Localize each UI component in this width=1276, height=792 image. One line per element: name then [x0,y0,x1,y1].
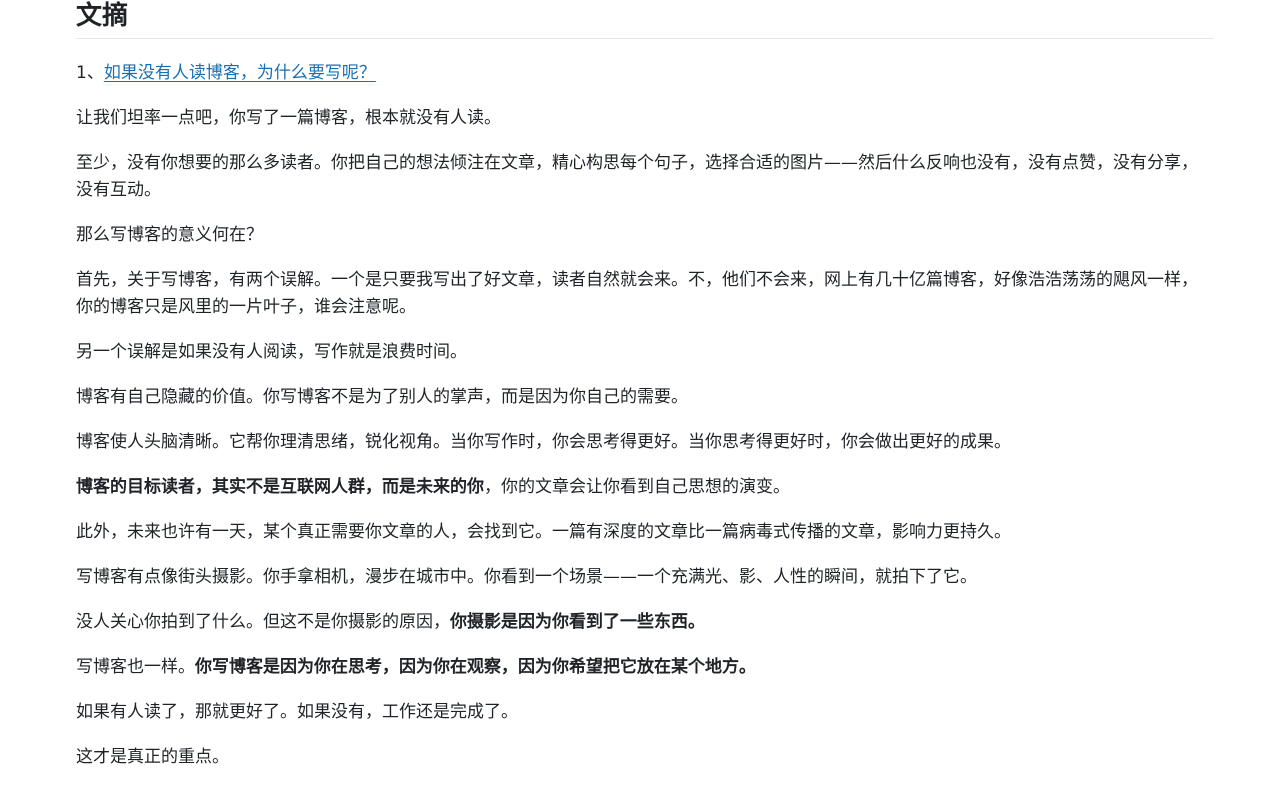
paragraph-3: 那么写博客的意义何在？ [76,222,1214,249]
paragraph-1: 让我们坦率一点吧，你写了一篇博客，根本就没有人读。 [76,105,1214,132]
paragraph-12: 写博客也一样。你写博客是因为你在思考，因为你在观察，因为你希望把它放在某个地方。 [76,654,1214,681]
paragraph-text: 另一个误解是如果没有人阅读，写作就是浪费时间。 [76,342,467,362]
paragraph-text: 此外，未来也许有一天，某个真正需要你文章的人，会找到它。一篇有深度的文章比一篇病… [76,522,1011,542]
paragraph-7: 博客使人头脑清晰。它帮你理清思绪，锐化视角。当你写作时，你会思考得更好。当你思考… [76,429,1214,456]
paragraph-text: ，你的文章会让你看到自己思想的演变。 [484,477,790,497]
paragraph-11: 没人关心你拍到了什么。但这不是你摄影的原因，你摄影是因为你看到了一些东西。 [76,609,1214,636]
page: 文摘 1、如果没有人读博客，为什么要写呢？ 让我们坦率一点吧，你写了一篇博客，根… [0,0,1276,771]
paragraph-14: 这才是真正的重点。 [76,744,1214,771]
paragraph-text: 没人关心你拍到了什么。但这不是你摄影的原因， [76,612,450,632]
paragraph-text: 如果有人读了，那就更好了。如果没有，工作还是完成了。 [76,702,518,722]
paragraph-6: 博客有自己隐藏的价值。你写博客不是为了别人的掌声，而是因为你自己的需要。 [76,384,1214,411]
paragraph-text: 写博客有点像街头摄影。你手拿相机，漫步在城市中。你看到一个场景——一个充满光、影… [76,567,977,587]
paragraph-9: 此外，未来也许有一天，某个真正需要你文章的人，会找到它。一篇有深度的文章比一篇病… [76,519,1214,546]
paragraph-text: 这才是真正的重点。 [76,747,229,767]
article-heading: 1、如果没有人读博客，为什么要写呢？ [76,60,1214,87]
paragraph-text: 让我们坦率一点吧，你写了一篇博客，根本就没有人读。 [76,108,501,128]
paragraph-bold-text: 你写博客是因为你在思考，因为你在观察，因为你希望把它放在某个地方。 [195,657,756,677]
paragraph-bold-text: 你摄影是因为你看到了一些东西。 [450,612,705,632]
section-title: 文摘 [76,0,1214,39]
paragraph-text: 博客有自己隐藏的价值。你写博客不是为了别人的掌声，而是因为你自己的需要。 [76,387,688,407]
article-title-link[interactable]: 如果没有人读博客，为什么要写呢？ [104,63,376,83]
paragraph-text: 博客使人头脑清晰。它帮你理清思绪，锐化视角。当你写作时，你会思考得更好。当你思考… [76,432,1011,452]
paragraph-13: 如果有人读了，那就更好了。如果没有，工作还是完成了。 [76,699,1214,726]
paragraph-5: 另一个误解是如果没有人阅读，写作就是浪费时间。 [76,339,1214,366]
paragraph-10: 写博客有点像街头摄影。你手拿相机，漫步在城市中。你看到一个场景——一个充满光、影… [76,564,1214,591]
paragraph-4: 首先，关于写博客，有两个误解。一个是只要我写出了好文章，读者自然就会来。不，他们… [76,267,1214,321]
paragraph-bold-text: 博客的目标读者，其实不是互联网人群，而是未来的你 [76,477,484,497]
paragraph-8: 博客的目标读者，其实不是互联网人群，而是未来的你，你的文章会让你看到自己思想的演… [76,474,1214,501]
paragraph-2: 至少，没有你想要的那么多读者。你把自己的想法倾注在文章，精心构思每个句子，选择合… [76,150,1214,204]
paragraph-text: 首先，关于写博客，有两个误解。一个是只要我写出了好文章，读者自然就会来。不，他们… [76,270,1198,317]
paragraph-text: 写博客也一样。 [76,657,195,677]
paragraph-text: 至少，没有你想要的那么多读者。你把自己的想法倾注在文章，精心构思每个句子，选择合… [76,153,1198,200]
article-number: 1、 [76,63,104,83]
paragraph-text: 那么写博客的意义何在？ [76,225,263,245]
article-content: 1、如果没有人读博客，为什么要写呢？ 让我们坦率一点吧，你写了一篇博客，根本就没… [76,60,1214,771]
